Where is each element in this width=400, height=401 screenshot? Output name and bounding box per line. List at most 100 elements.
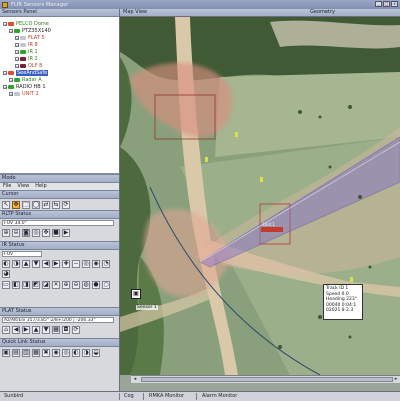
expand-icon[interactable]: −	[15, 57, 19, 62]
close-icon[interactable]: x	[391, 1, 398, 7]
sensor-tree-item[interactable]: − SeeAndSafe	[3, 70, 49, 76]
tool-icon[interactable]: ◉	[52, 349, 60, 357]
expand-icon[interactable]: −	[15, 43, 19, 48]
grid-icon[interactable]: ▦	[52, 326, 60, 334]
sensor-tree-item[interactable]: − Radar A	[9, 77, 42, 83]
sensor-tree-item[interactable]: − PELCO Dome	[3, 21, 49, 27]
sensor-tree-item[interactable]: − IR 8	[15, 42, 38, 48]
sensor-tree-item[interactable]: − RADIO HB 1	[3, 84, 46, 90]
tool-icon[interactable]: ▭	[2, 281, 10, 289]
sensor-tree[interactable]: − PELCO Dome − PTZ35X140− FLAT 5− IR 8− IR 1− I…	[0, 17, 119, 174]
tab-map-view[interactable]: Map View	[123, 9, 147, 16]
tool-icon[interactable]: ◩	[32, 281, 40, 289]
tool-icon[interactable]: ◕	[2, 270, 10, 278]
tool-icon[interactable]: ●	[92, 281, 100, 289]
expand-icon[interactable]: −	[15, 50, 19, 55]
sensor-tree-item[interactable]: − UNIT 2	[9, 91, 39, 97]
expand-icon[interactable]: −	[3, 71, 7, 76]
sensor-map-icon[interactable]: ▣	[131, 289, 141, 299]
tool-icon[interactable]: ▲	[22, 260, 30, 268]
tool-icon[interactable]: ✥	[12, 201, 20, 209]
expand-icon[interactable]: −	[9, 29, 13, 34]
tool-icon[interactable]: ⟳	[62, 201, 70, 209]
sensor-tree-item[interactable]: − OLF 8	[15, 63, 42, 69]
tool-icon[interactable]: ✚	[62, 260, 70, 268]
stop-icon[interactable]: ■	[52, 229, 60, 237]
refresh-icon[interactable]: ⟳	[72, 326, 80, 334]
tool-icon[interactable]: ⊖	[72, 281, 80, 289]
sensor-tree-item[interactable]: − FLAT 5	[15, 35, 45, 41]
tool-icon[interactable]: ◯	[32, 201, 40, 209]
tool-icon[interactable]: ◑	[82, 349, 90, 357]
expand-icon[interactable]: −	[9, 78, 13, 83]
rltp-field[interactable]: FOV 34.0°	[2, 220, 114, 226]
tool-icon[interactable]: ◑	[12, 260, 20, 268]
tool-icon[interactable]: ✖	[42, 349, 50, 357]
move-icon[interactable]: ✥	[42, 229, 50, 237]
tool-icon[interactable]: ◀	[42, 260, 50, 268]
minimize-icon[interactable]: _	[375, 1, 382, 7]
tool-icon[interactable]: ⇄	[42, 201, 50, 209]
tool-icon[interactable]: ▼	[32, 260, 40, 268]
tool-icon[interactable]: −	[72, 260, 80, 268]
tool-icon[interactable]: ⇆	[52, 201, 60, 209]
home-icon[interactable]: ⌂	[2, 326, 10, 334]
tool-icon[interactable]: ▶	[52, 260, 60, 268]
target-icon[interactable]: ◎	[32, 229, 40, 237]
tool-icon[interactable]: ⊕	[62, 281, 70, 289]
tool-icon[interactable]: ◐	[72, 349, 80, 357]
zoom-out-icon[interactable]: ⊖	[12, 229, 20, 237]
lock-icon[interactable]: ◘	[62, 326, 70, 334]
right-arrow-icon[interactable]: ▶	[22, 326, 30, 334]
tool-icon[interactable]: ◉	[92, 260, 100, 268]
menu-view[interactable]: View	[17, 183, 29, 190]
plat-field[interactable]: Az/Alt/Elv 357/3.85° 2/8+/200 | -206.33°	[2, 317, 114, 323]
tool-icon[interactable]: ◐	[2, 260, 10, 268]
app-icon	[2, 1, 8, 8]
sensor-tree-item[interactable]: − PTZ35X140	[9, 28, 51, 34]
down-arrow-icon[interactable]: ▼	[42, 326, 50, 334]
tool-icon[interactable]: ◎	[62, 349, 70, 357]
satellite-map[interactable]	[120, 17, 400, 375]
tool-icon[interactable]: ◧	[12, 281, 20, 289]
tool-icon[interactable]: ◍	[82, 281, 90, 289]
camera-icon[interactable]: ◙	[22, 229, 30, 237]
expand-icon[interactable]: −	[15, 64, 19, 69]
tool-icon[interactable]: ▥	[22, 349, 30, 357]
scroll-right-icon[interactable]: ▸	[393, 377, 399, 382]
tool-icon[interactable]: ▦	[32, 349, 40, 357]
tool-icon[interactable]: ▤	[12, 349, 20, 357]
scroll-left-icon[interactable]: ◂	[132, 377, 138, 382]
tool-icon[interactable]: ◪	[42, 281, 50, 289]
tool-icon[interactable]: ◒	[92, 349, 100, 357]
expand-icon[interactable]: −	[3, 85, 7, 90]
tool-icon[interactable]: ↖	[2, 201, 10, 209]
menu-help[interactable]: Help	[35, 183, 46, 190]
scroll-thumb[interactable]	[141, 377, 393, 382]
tool-icon[interactable]: ◨	[22, 281, 30, 289]
sensor-tree-item[interactable]: − IR 1	[15, 49, 38, 55]
zoom-in-icon[interactable]: ⊕	[2, 229, 10, 237]
status-rmka-monitor[interactable]: RMKA Monitor	[149, 392, 184, 400]
play-icon[interactable]: ▶	[62, 229, 70, 237]
tool-icon[interactable]: ✕	[52, 281, 60, 289]
sensor-node-icon	[8, 22, 14, 26]
status-alarm-monitor[interactable]: Alarm Monitor	[202, 392, 237, 400]
expand-icon[interactable]: −	[3, 22, 7, 27]
map-horizontal-scrollbar[interactable]: ◂ ▸	[131, 375, 400, 383]
sensor-tree-item[interactable]: − IR 2	[15, 56, 38, 62]
ir-field[interactable]: FOV	[2, 251, 42, 257]
tab-geometry[interactable]: Geometry	[310, 9, 335, 16]
tool-icon[interactable]: ⬚	[22, 201, 30, 209]
maximize-icon[interactable]: □	[383, 1, 390, 7]
tool-icon[interactable]: ◎	[82, 260, 90, 268]
expand-icon[interactable]: −	[15, 36, 19, 41]
tool-icon[interactable]: ◔	[102, 260, 110, 268]
map-canvas	[120, 17, 400, 375]
left-arrow-icon[interactable]: ◀	[12, 326, 20, 334]
up-arrow-icon[interactable]: ▲	[32, 326, 40, 334]
tool-icon[interactable]: ○	[102, 281, 110, 289]
expand-icon[interactable]: −	[9, 92, 13, 97]
menu-file[interactable]: File	[3, 183, 11, 190]
tool-icon[interactable]: ▣	[2, 349, 10, 357]
